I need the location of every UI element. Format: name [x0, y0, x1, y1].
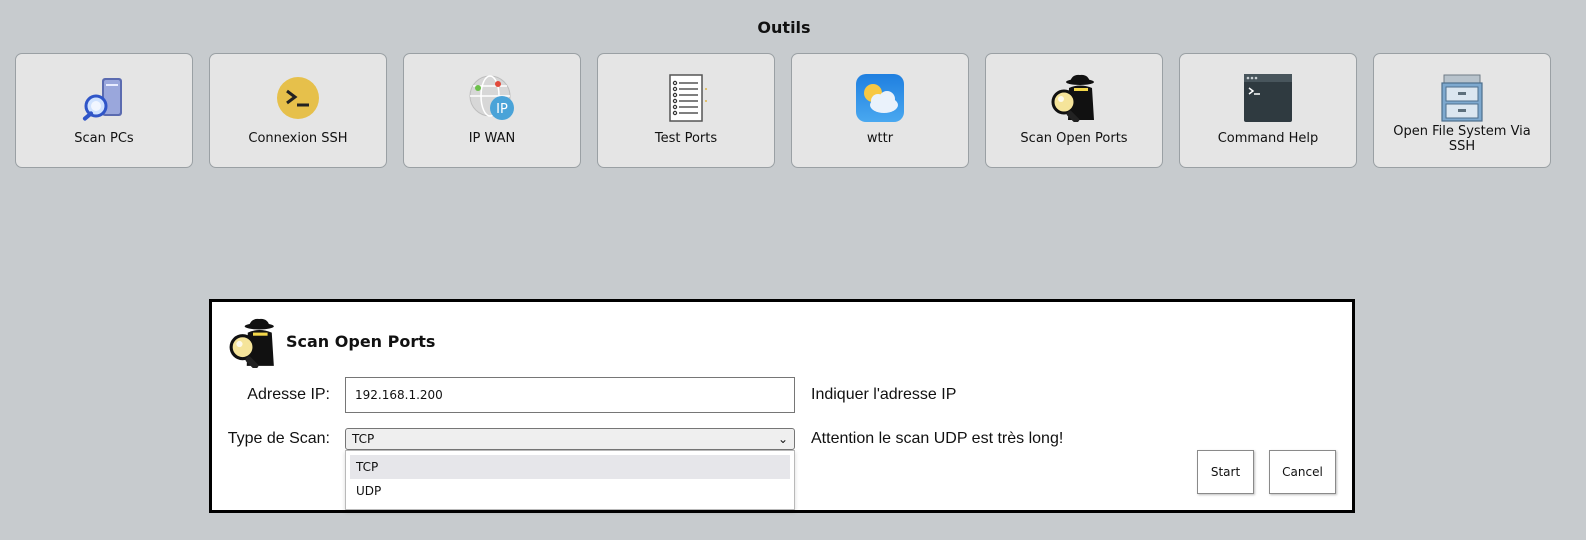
scan-type-hint: Attention le scan UDP est très long!	[811, 430, 1064, 447]
ip-label: Adresse IP:	[247, 386, 330, 403]
tool-label: IP WAN	[468, 131, 516, 146]
tool-scan-pcs[interactable]: Scan PCs	[15, 53, 193, 168]
tool-label: Connexion SSH	[248, 131, 348, 146]
file-cabinet-icon	[1441, 74, 1483, 122]
tool-label: Scan PCs	[74, 131, 134, 146]
tool-label: Open File System Via SSH	[1393, 124, 1531, 154]
tool-open-file-system-ssh[interactable]: Open File System Via SSH	[1373, 53, 1551, 168]
tool-label: wttr	[866, 131, 894, 146]
dialog-title: Scan Open Ports	[286, 332, 436, 351]
ssh-terminal-icon	[277, 77, 319, 119]
page-title: Outils	[757, 18, 811, 37]
tool-command-help[interactable]: Command Help	[1179, 53, 1357, 168]
ip-globe-icon: IP	[469, 75, 514, 120]
spy-magnifier-icon	[229, 318, 274, 368]
ip-hint: Indiquer l'adresse IP	[811, 386, 957, 403]
tool-label: Command Help	[1217, 131, 1319, 146]
checklist-icon	[669, 74, 707, 122]
ip-address-input[interactable]: 192.168.1.200	[345, 377, 795, 413]
tool-ip-wan[interactable]: IP IP WAN	[403, 53, 581, 168]
tool-test-ports[interactable]: Test Ports	[597, 53, 775, 168]
scan-type-label: Type de Scan:	[227, 430, 330, 447]
tool-label: Scan Open Ports	[1020, 131, 1128, 146]
tool-scan-open-ports[interactable]: Scan Open Ports	[985, 53, 1163, 168]
chevron-down-icon: ⌄	[777, 432, 788, 446]
cancel-button[interactable]: Cancel	[1269, 450, 1336, 494]
option-tcp[interactable]: TCP	[350, 455, 790, 479]
scan-pcs-icon	[82, 78, 122, 121]
option-udp[interactable]: UDP	[350, 479, 790, 503]
tool-label: Test Ports	[654, 131, 718, 146]
weather-icon	[856, 74, 904, 122]
tool-wttr[interactable]: wttr	[791, 53, 969, 168]
tool-connexion-ssh[interactable]: Connexion SSH	[209, 53, 387, 168]
scan-open-ports-dialog: Scan Open Ports Adresse IP: 192.168.1.20…	[209, 299, 1355, 513]
scan-type-select[interactable]: TCP ⌄	[345, 428, 795, 450]
scan-type-selected: TCP	[352, 432, 375, 446]
start-button[interactable]: Start	[1197, 450, 1254, 494]
scan-type-dropdown: TCP UDP	[345, 450, 795, 510]
spy-magnifier-icon	[1051, 74, 1094, 122]
terminal-window-icon	[1244, 74, 1292, 122]
svg-text:IP: IP	[496, 102, 508, 117]
